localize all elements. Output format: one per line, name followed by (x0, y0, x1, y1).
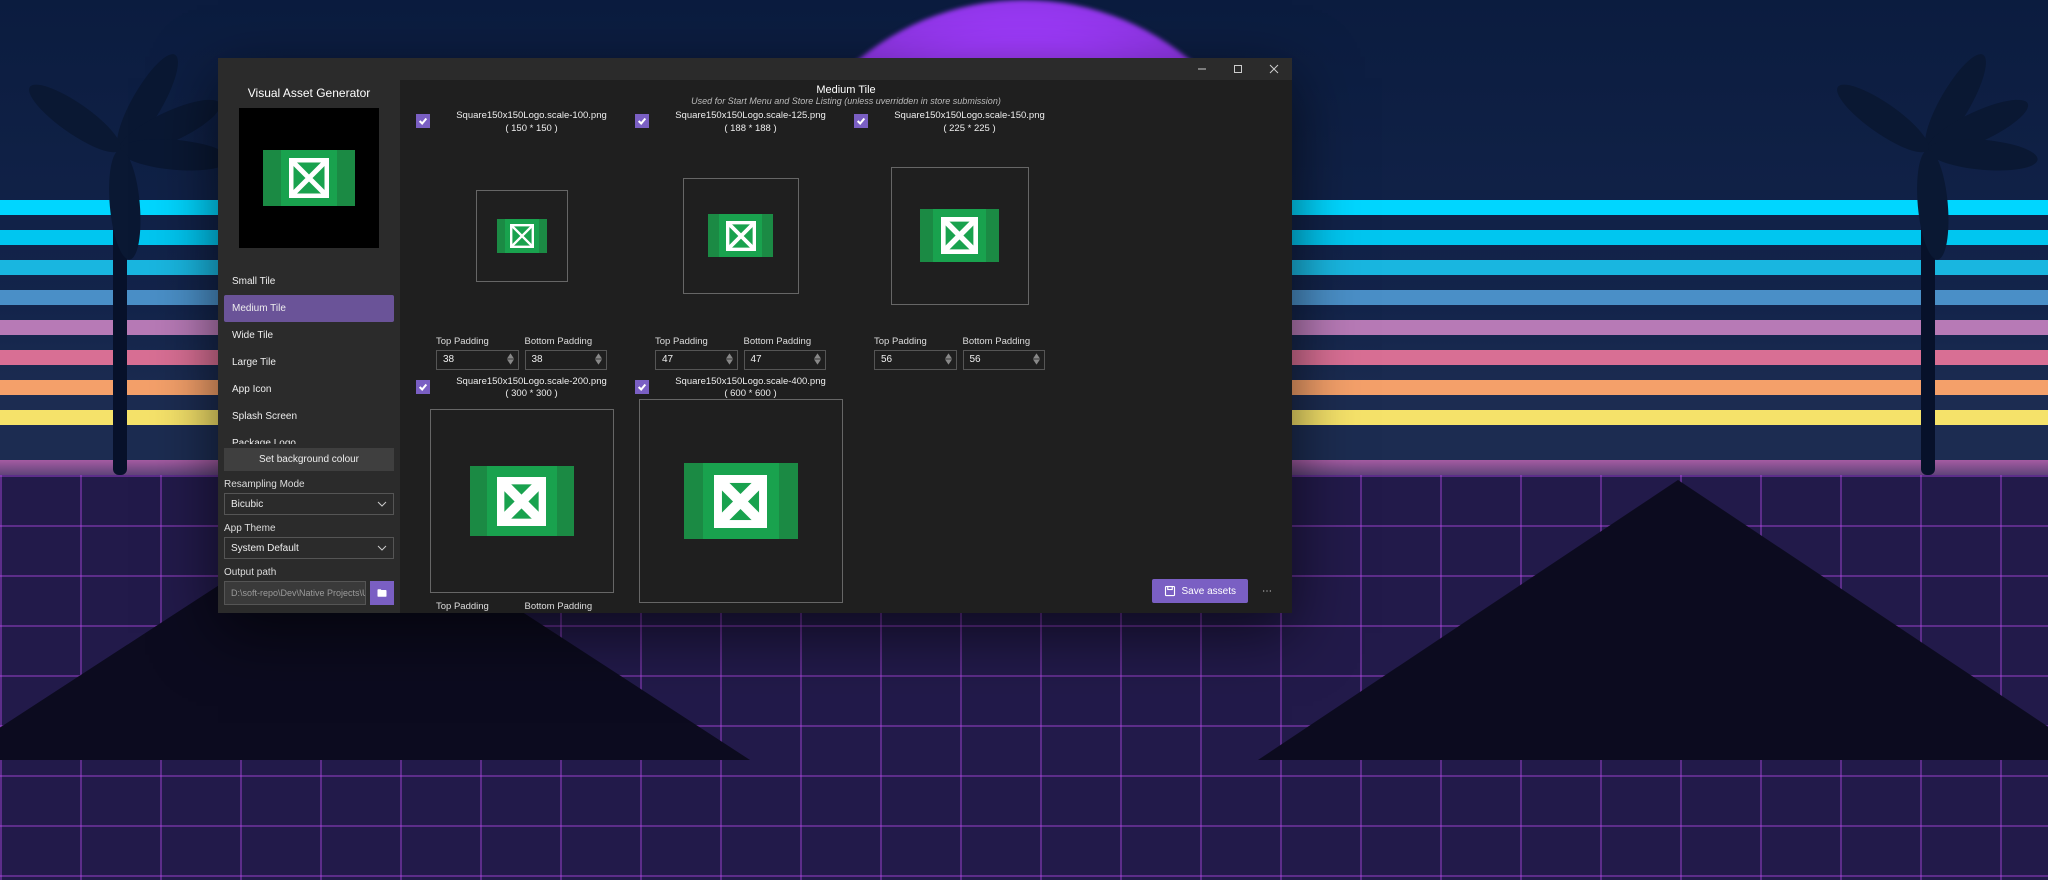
tile-filename: Square150x150Logo.scale-100.png (436, 110, 627, 123)
tile-dimensions: ( 225 * 225 ) (874, 123, 1065, 136)
sidebar-item-wide-tile[interactable]: Wide Tile (224, 322, 394, 349)
save-icon (1164, 585, 1176, 597)
sidebar-item-splash-screen[interactable]: Splash Screen (224, 403, 394, 430)
tile-checkbox[interactable] (416, 380, 430, 394)
app-title: Visual Asset Generator (224, 80, 394, 108)
tile-dimensions: ( 300 * 300 ) (436, 388, 627, 401)
sidebar-item-app-icon[interactable]: App Icon (224, 376, 394, 403)
theme-label: App Theme (224, 523, 394, 534)
top-padding-label: Top Padding (436, 336, 519, 347)
tile-dimensions: ( 150 * 150 ) (436, 123, 627, 136)
chevron-down-icon (377, 543, 387, 553)
top-padding-input[interactable]: 47 (655, 350, 738, 370)
tile-item: Square150x150Logo.scale-150.png ( 225 * … (850, 110, 1069, 370)
tile-dimensions: ( 188 * 188 ) (655, 123, 846, 136)
top-padding-label: Top Padding (655, 336, 738, 347)
tile-filename: Square150x150Logo.scale-150.png (874, 110, 1065, 123)
minimize-button[interactable] (1184, 58, 1220, 80)
maximize-button[interactable] (1220, 58, 1256, 80)
chevron-down-icon (377, 499, 387, 509)
tile-checkbox[interactable] (854, 114, 868, 128)
titlebar (218, 58, 1292, 80)
top-padding-input[interactable]: 56 (874, 350, 957, 370)
tile-preview (683, 178, 799, 294)
bottom-padding-input[interactable]: 56 (963, 350, 1046, 370)
bottom-padding-label: Bottom Padding (744, 336, 827, 347)
tile-checkbox[interactable] (416, 114, 430, 128)
tile-checkbox[interactable] (635, 380, 649, 394)
tile-preview (891, 167, 1029, 305)
more-button[interactable]: ⋯ (1254, 579, 1280, 603)
tile-item: Square150x150Logo.scale-125.png ( 188 * … (631, 110, 850, 370)
close-button[interactable] (1256, 58, 1292, 80)
resampling-select[interactable]: Bicubic (224, 493, 394, 515)
sidebar-item-small-tile[interactable]: Small Tile (224, 268, 394, 295)
source-preview (239, 108, 379, 248)
bottom-padding-label: Bottom Padding (525, 336, 608, 347)
browse-folder-button[interactable] (370, 581, 394, 605)
panel-subtitle: Used for Start Menu and Store Listing (u… (412, 96, 1280, 106)
output-path-field[interactable]: D:\soft-repo\Dev\Native Projects\UW (224, 581, 366, 605)
tile-preview (476, 190, 568, 282)
tile-preview (430, 409, 614, 593)
bottom-padding-label: Bottom Padding (525, 601, 608, 612)
tile-item: Square150x150Logo.scale-200.png ( 300 * … (412, 376, 631, 613)
bottom-padding-input[interactable]: 47 (744, 350, 827, 370)
tile-item: Square150x150Logo.scale-100.png ( 150 * … (412, 110, 631, 370)
resampling-label: Resampling Mode (224, 479, 394, 490)
tile-checkbox[interactable] (635, 114, 649, 128)
tile-item: Square150x150Logo.scale-400.png ( 600 * … (631, 376, 850, 613)
tile-filename: Square150x150Logo.scale-125.png (655, 110, 846, 123)
folder-icon (376, 587, 388, 599)
theme-select[interactable]: System Default (224, 537, 394, 559)
bottom-padding-label: Bottom Padding (963, 336, 1046, 347)
sidebar-item-package-logo[interactable]: Package Logo (224, 430, 394, 444)
set-background-button[interactable]: Set background colour (224, 448, 394, 471)
tile-filename: Square150x150Logo.scale-400.png (655, 376, 846, 389)
output-path-label: Output path (224, 567, 394, 578)
top-padding-label: Top Padding (436, 601, 519, 612)
tile-filename: Square150x150Logo.scale-200.png (436, 376, 627, 389)
bottom-padding-input[interactable]: 38 (525, 350, 608, 370)
sidebar-item-medium-tile[interactable]: Medium Tile (224, 295, 394, 322)
top-padding-label: Top Padding (874, 336, 957, 347)
panel-title: Medium Tile (412, 84, 1280, 96)
save-assets-button[interactable]: Save assets (1152, 579, 1248, 603)
tile-type-nav: Small TileMedium TileWide TileLarge Tile… (224, 268, 394, 444)
tile-preview (639, 399, 843, 603)
top-padding-input[interactable]: 38 (436, 350, 519, 370)
sidebar: Visual Asset Generator Small TileMedium … (218, 80, 400, 613)
app-window: Visual Asset Generator Small TileMedium … (218, 58, 1292, 613)
footer-bar: Save assets ⋯ (1152, 579, 1280, 603)
sidebar-item-large-tile[interactable]: Large Tile (224, 349, 394, 376)
main-panel: Medium Tile Used for Start Menu and Stor… (400, 80, 1292, 613)
